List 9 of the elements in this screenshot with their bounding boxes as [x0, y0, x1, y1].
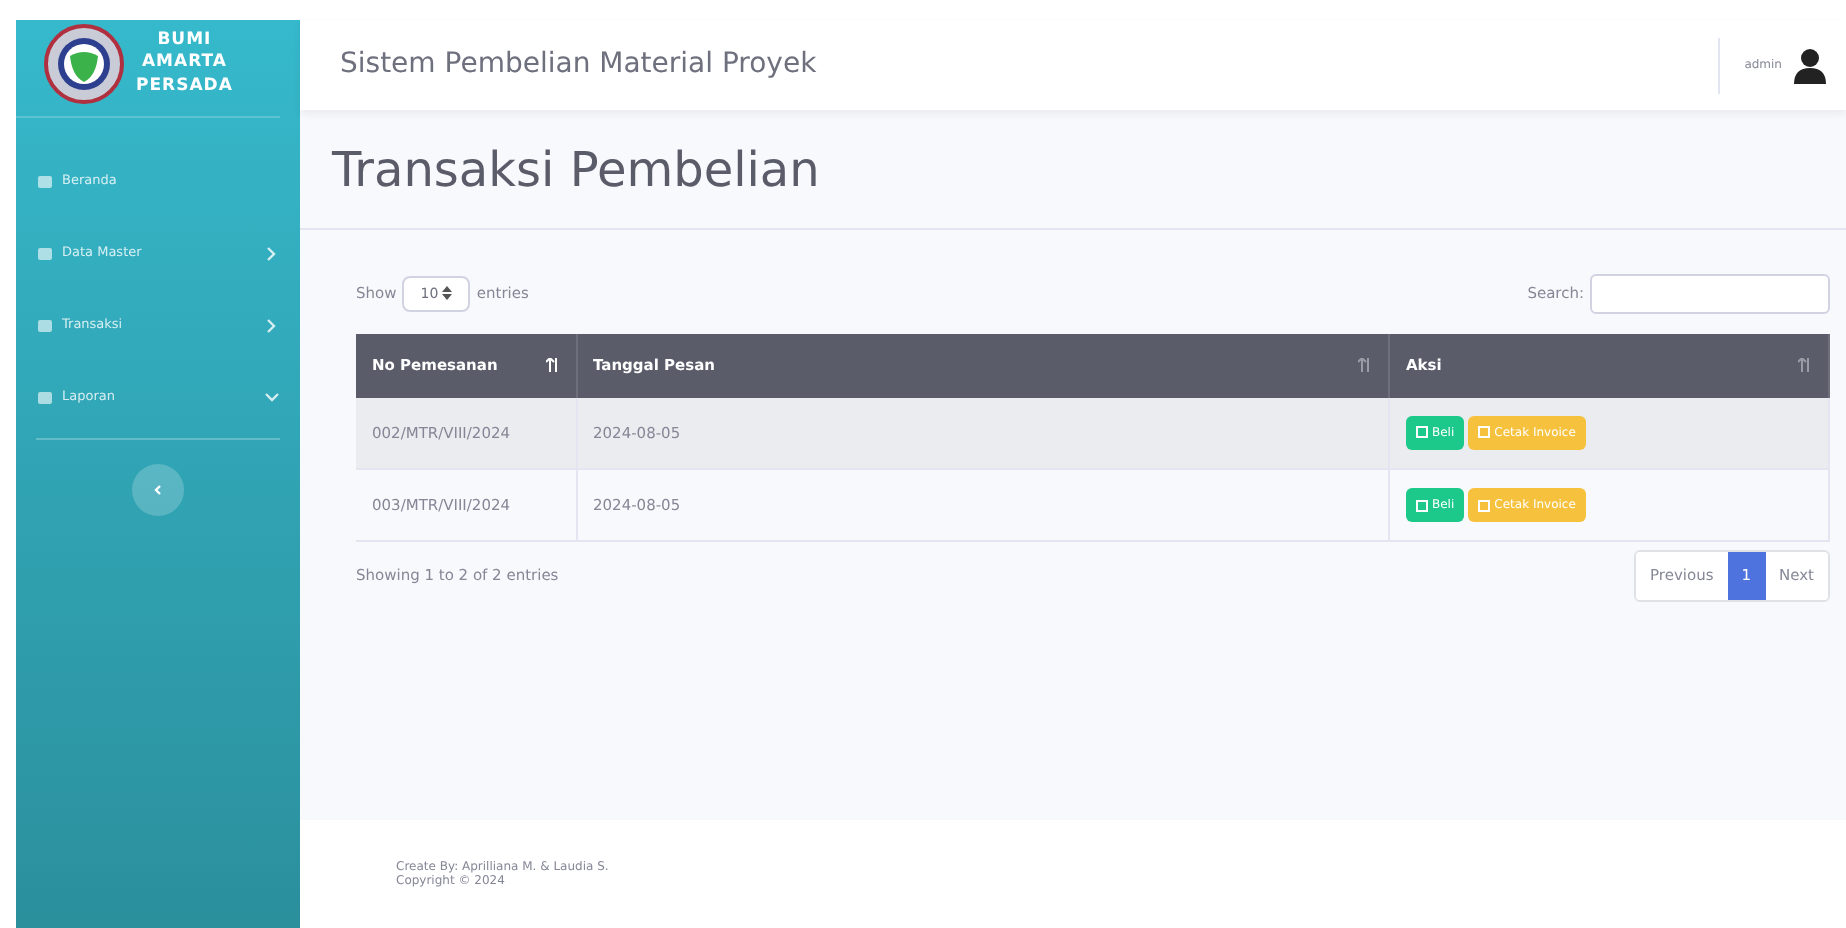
chevron-left-icon	[152, 484, 164, 496]
page-title: Transaksi Pembelian	[332, 142, 822, 200]
sidebar-toggle-button[interactable]	[132, 464, 184, 516]
updown-icon	[442, 286, 453, 301]
user-icon[interactable]	[1794, 47, 1826, 83]
search-field[interactable]	[1590, 273, 1830, 314]
brand-name: BUMI AMARTA PERSADA	[136, 30, 233, 98]
logo-icon	[44, 24, 124, 104]
app-title: Sistem Pembelian Material Proyek	[340, 46, 819, 84]
